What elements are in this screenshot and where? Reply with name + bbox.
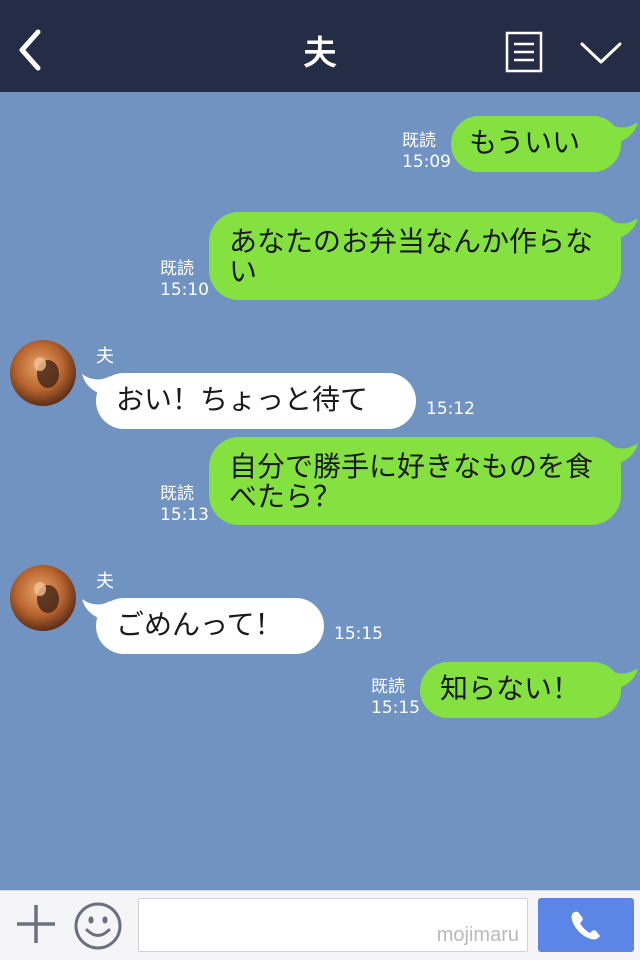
their-message-bubble[interactable]: おい！ちょっと待て bbox=[96, 373, 416, 429]
chat-title: 夫 bbox=[303, 33, 337, 72]
message-text: 知らない！ bbox=[440, 672, 581, 705]
message-list[interactable]: 既読 15:09 もういい 既読 15:10 あなたのお弁当なんか作らない 夫 … bbox=[0, 92, 640, 890]
collapse-button[interactable] bbox=[578, 36, 624, 70]
avatar-photo bbox=[10, 340, 76, 406]
message-time: 15:13 bbox=[160, 505, 209, 525]
notes-button[interactable] bbox=[505, 31, 543, 73]
message-text: もういい bbox=[469, 126, 581, 159]
avatar-photo bbox=[10, 565, 76, 631]
my-message-bubble[interactable]: 自分で勝手に好きなものを食べたら？ bbox=[209, 437, 621, 525]
sender-name: 夫 bbox=[96, 346, 114, 367]
smiley-icon bbox=[74, 902, 122, 950]
chat-header: 夫 bbox=[0, 0, 640, 92]
message-meta: 既読 15:10 bbox=[160, 259, 209, 301]
read-receipt: 既読 bbox=[371, 677, 405, 697]
message-meta: 既読 15:13 bbox=[160, 484, 209, 526]
message-text: ごめんって！ bbox=[116, 608, 283, 641]
message-time: 15:10 bbox=[160, 280, 209, 300]
notes-icon bbox=[505, 31, 543, 73]
sender-name: 夫 bbox=[96, 571, 114, 592]
emoji-button[interactable] bbox=[73, 901, 123, 951]
phone-icon bbox=[571, 911, 600, 940]
chevron-down-icon bbox=[580, 42, 622, 64]
read-receipt: 既読 bbox=[160, 259, 194, 279]
read-receipt: 既読 bbox=[160, 484, 194, 504]
bubble-tail bbox=[610, 443, 638, 465]
message-time: 15:09 bbox=[402, 152, 451, 172]
my-message-bubble[interactable]: あなたのお弁当なんか作らない bbox=[209, 212, 621, 300]
plus-icon bbox=[17, 905, 55, 943]
their-message-bubble[interactable]: ごめんって！ bbox=[96, 598, 324, 654]
message-time: 15:15 bbox=[334, 624, 383, 644]
bubble-tail bbox=[610, 668, 638, 690]
message-text: 自分で勝手に好きなものを食べたら？ bbox=[229, 450, 594, 513]
contact-avatar[interactable] bbox=[10, 565, 76, 631]
message-text: おい！ちょっと待て bbox=[116, 383, 369, 416]
message-time: 15:15 bbox=[371, 698, 420, 718]
call-button[interactable] bbox=[538, 898, 634, 952]
add-button[interactable] bbox=[14, 902, 58, 946]
message-meta: 既読 15:09 bbox=[402, 131, 451, 173]
read-receipt: 既読 bbox=[402, 131, 436, 151]
message-meta: 既読 15:15 bbox=[371, 677, 420, 719]
message-time: 15:12 bbox=[426, 399, 475, 419]
contact-avatar[interactable] bbox=[10, 340, 76, 406]
my-message-bubble[interactable]: 知らない！ bbox=[420, 662, 621, 718]
message-input-bar: mojimaru bbox=[0, 890, 640, 960]
watermark-text: mojimaru bbox=[436, 924, 519, 946]
bubble-tail bbox=[610, 218, 638, 240]
my-message-bubble[interactable]: もういい bbox=[451, 116, 621, 172]
message-input[interactable]: mojimaru bbox=[138, 898, 528, 952]
message-text: あなたのお弁当なんか作らない bbox=[229, 225, 594, 288]
bubble-tail bbox=[610, 122, 638, 144]
